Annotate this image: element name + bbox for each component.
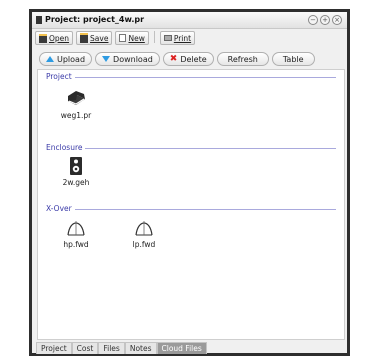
section-label: Project [46,72,75,81]
print-button[interactable]: Print [159,31,196,45]
close-icon[interactable]: × [332,15,342,25]
section-label: Enclosure [46,143,86,152]
filter-curve-icon [135,221,153,236]
speaker-icon [70,157,82,175]
save-button[interactable]: Save [76,31,113,45]
new-icon [119,34,127,42]
download-button[interactable]: Download [95,52,160,66]
app-window: Project: project_4w.pr − + × Open Save N… [32,12,347,354]
file-name: hp.fwd [63,240,89,249]
bottom-tab-bar: Project Cost Files Notes Cloud Files [36,342,207,354]
open-button[interactable]: Open [35,31,74,45]
title-bar[interactable]: Project: project_4w.pr − + × [32,12,347,29]
cloud-files-panel: Project weg1.pr Enclosure 2w.geh X-Over … [37,69,345,340]
delete-x-icon: ✖ [169,54,178,64]
new-button[interactable]: New [115,31,149,45]
print-icon [163,35,172,41]
file-item-xover[interactable]: lp.fwd [122,217,166,249]
file-name: weg1.pr [60,111,92,120]
window-title: Project: project_4w.pr [45,15,145,24]
maximize-icon[interactable]: + [320,15,330,25]
table-button[interactable]: Table [271,52,315,66]
delete-button[interactable]: ✖ Delete [162,52,214,66]
section-divider [46,77,336,78]
toolbar-separator [153,31,155,43]
section-project: Project [46,72,336,82]
filter-curve-icon [67,221,85,236]
upload-button[interactable]: Upload [39,52,93,66]
tab-files[interactable]: Files [98,342,125,354]
window-controls: − + × [308,15,342,25]
section-enclosure: Enclosure [46,143,336,153]
tab-project[interactable]: Project [36,342,72,354]
refresh-button[interactable]: Refresh [216,52,269,66]
file-toolbar: Open Save New Print [35,31,196,45]
file-item-enclosure[interactable]: 2w.geh [54,157,98,187]
section-divider [46,148,336,149]
tab-notes[interactable]: Notes [124,342,157,354]
file-name: lp.fwd [132,240,156,249]
save-icon [80,33,89,43]
window-icon [36,16,42,24]
section-xover: X-Over [46,204,336,214]
book-icon [68,91,85,105]
file-item-project[interactable]: weg1.pr [54,86,98,120]
download-arrow-icon [102,56,111,62]
tab-cloud-files[interactable]: Cloud Files [156,342,207,354]
upload-arrow-icon [46,56,54,62]
open-icon [39,33,47,43]
tab-cost[interactable]: Cost [71,342,99,354]
minimize-icon[interactable]: − [308,15,318,25]
cloud-toolbar: Upload Download ✖ Delete Refresh Table [39,52,315,66]
window-frame: Project: project_4w.pr − + × Open Save N… [29,9,350,356]
section-divider [46,209,336,210]
file-name: 2w.geh [62,178,90,187]
file-item-xover[interactable]: hp.fwd [54,217,98,249]
section-label: X-Over [46,204,75,213]
